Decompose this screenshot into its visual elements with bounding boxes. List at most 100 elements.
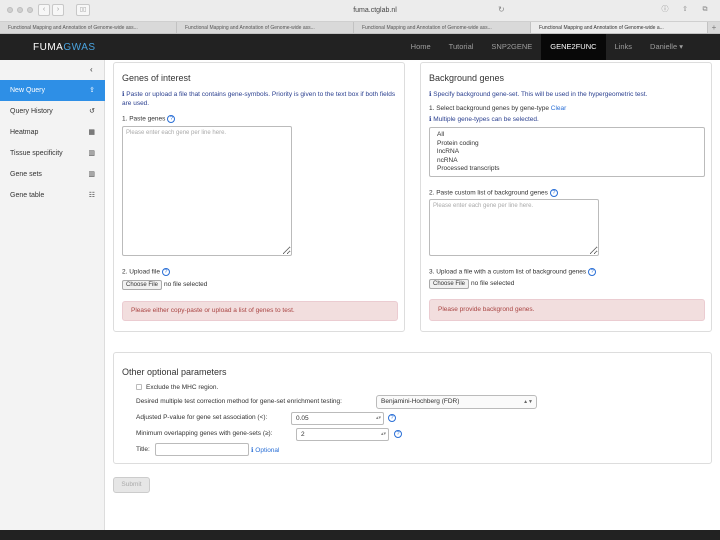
panel-title: Genes of interest xyxy=(122,73,191,83)
choose-background-file-button[interactable]: Choose File xyxy=(429,279,470,289)
pvalue-label: Adjusted P-value for gene set associatio… xyxy=(136,414,268,421)
browser-tab[interactable]: Functional Mapping and Annotation of Gen… xyxy=(354,22,531,33)
pvalue-input[interactable]: 0.05 ▴▾ xyxy=(291,412,384,425)
sidebar-item-label: Heatmap xyxy=(10,129,39,136)
panel-title: Background genes xyxy=(429,73,505,83)
gene-type-option[interactable]: lncRNA xyxy=(437,148,697,157)
help-icon[interactable]: ? xyxy=(549,189,558,197)
help-icon[interactable]: ? xyxy=(167,115,176,123)
choose-file-button[interactable]: Choose File xyxy=(122,280,163,290)
bar-chart-icon: ▥ xyxy=(88,171,95,178)
history-icon: ↺ xyxy=(89,108,95,115)
sidebar-item-label: New Query xyxy=(10,87,46,94)
table-icon: ☷ xyxy=(88,192,95,199)
title-input[interactable] xyxy=(155,443,249,456)
background-genes-textarea[interactable] xyxy=(429,199,599,256)
info-icon[interactable]: ⓘ xyxy=(658,4,672,16)
sidebar-item-new-query[interactable]: New Query ⇪ xyxy=(0,80,105,101)
submit-button[interactable]: Submit xyxy=(113,477,150,493)
select-gene-type-label: 1. Select background genes by gene-type … xyxy=(429,105,566,112)
background-alert: Please provide backgrond genes. xyxy=(429,299,705,321)
genes-info-text: ℹ Paste or upload a file that contains g… xyxy=(122,91,396,107)
paste-background-label-text: 2. Paste custom list of background genes xyxy=(429,189,548,197)
sidebar-item-query-history[interactable]: Query History ↺ xyxy=(0,101,105,122)
url-bar[interactable]: fuma.ctglab.nl xyxy=(230,4,520,17)
share-icon[interactable]: ⇧ xyxy=(678,4,692,16)
bar-chart-icon: ▥ xyxy=(88,150,95,157)
forward-icon[interactable]: › xyxy=(52,4,64,16)
no-file-selected-text: no file selected xyxy=(471,280,515,287)
collapse-sidebar-icon[interactable]: ‹ xyxy=(90,65,93,74)
paste-genes-label: 1. Paste genes? xyxy=(122,115,176,123)
gene-type-option[interactable]: Processed transcripts xyxy=(437,165,697,174)
browser-tab[interactable]: Functional Mapping and Annotation of Gen… xyxy=(0,22,177,33)
nav-gene2func[interactable]: GENE2FUNC xyxy=(541,34,606,60)
upload-icon: ⇪ xyxy=(89,87,95,94)
overlap-value: 2 xyxy=(301,431,305,438)
reload-icon[interactable]: ↻ xyxy=(498,5,505,14)
paste-background-label: 2. Paste custom list of background genes… xyxy=(429,189,558,197)
browser-tab[interactable]: Functional Mapping and Annotation of Gen… xyxy=(177,22,354,33)
optional-parameters-panel: Other optional parameters Exclude the MH… xyxy=(113,352,712,464)
upload-file-label-text: 2. Upload file xyxy=(122,268,160,276)
sidebar-item-label: Gene table xyxy=(10,192,45,199)
page-footer xyxy=(0,530,720,540)
mhc-checkbox-row[interactable]: Exclude the MHC region. xyxy=(136,384,218,391)
gene-type-listbox[interactable]: All Protein coding lncRNA ncRNA Processe… xyxy=(429,127,705,177)
help-icon[interactable]: ? xyxy=(588,268,597,276)
panel-title: Other optional parameters xyxy=(122,367,227,377)
select-gene-type-label-text: 1. Select background genes by gene-type xyxy=(429,105,549,112)
upload-background-label-text: 3. Upload a file with a custom list of b… xyxy=(429,268,587,276)
sidebar-item-heatmap[interactable]: Heatmap ▦ xyxy=(0,122,105,143)
nav-snp2gene[interactable]: SNP2GENE xyxy=(482,34,541,60)
back-icon[interactable]: ‹ xyxy=(38,4,50,16)
close-window-icon[interactable] xyxy=(7,7,13,13)
minimize-window-icon[interactable] xyxy=(17,7,23,13)
new-tab-icon[interactable]: + xyxy=(708,22,720,33)
sidebar-item-label: Gene sets xyxy=(10,171,42,178)
genes-textarea[interactable] xyxy=(122,126,292,256)
sidebar-item-gene-sets[interactable]: Gene sets ▥ xyxy=(0,164,105,185)
upload-background-label: 3. Upload a file with a custom list of b… xyxy=(429,268,597,276)
mhc-label: Exclude the MHC region. xyxy=(146,384,219,391)
multi-select-info: ℹ Multiple gene-types can be selected. xyxy=(429,116,539,123)
nav-tutorial[interactable]: Tutorial xyxy=(440,34,483,60)
nav-user-menu[interactable]: Danielle ▾ xyxy=(641,34,692,60)
app-navbar: FUMAGWAS Home Tutorial SNP2GENE GENE2FUN… xyxy=(0,34,720,60)
clear-link[interactable]: Clear xyxy=(551,105,567,112)
nav-links[interactable]: Links xyxy=(606,34,642,60)
sidebar-toggle-icon[interactable]: ▯▯ xyxy=(76,4,90,16)
logo-accent: GWAS xyxy=(63,42,96,53)
stepper-icon[interactable]: ▴▾ xyxy=(376,413,381,424)
sidebar-item-label: Query History xyxy=(10,108,53,115)
sidebar-item-label: Tissue specificity xyxy=(10,150,63,157)
sidebar-item-tissue-specificity[interactable]: Tissue specificity ▥ xyxy=(0,143,105,164)
help-icon[interactable]: ? xyxy=(161,268,170,276)
pvalue-value: 0.05 xyxy=(296,415,309,422)
mhc-checkbox[interactable] xyxy=(136,384,142,391)
correction-method-select[interactable]: Benjamini-Hochberg (FDR) ▲▼ xyxy=(376,395,537,409)
grid-icon: ▦ xyxy=(88,129,95,136)
browser-toolbar: ‹ › ▯▯ fuma.ctglab.nl ↻ ⓘ ⇧ ⧉ xyxy=(0,0,720,22)
gene-type-option[interactable]: Protein coding xyxy=(437,140,697,149)
genes-of-interest-panel: Genes of interest ℹ Paste or upload a fi… xyxy=(113,62,405,332)
browser-tab-active[interactable]: Functional Mapping and Annotation of Gen… xyxy=(531,22,708,33)
tabs-overview-icon[interactable]: ⧉ xyxy=(698,4,712,16)
overlap-input[interactable]: 2 ▴▾ xyxy=(296,428,389,441)
gene-type-option[interactable]: ncRNA xyxy=(437,157,697,166)
maximize-window-icon[interactable] xyxy=(27,7,33,13)
background-genes-panel: Background genes ℹ Specify background ge… xyxy=(420,62,712,332)
nav-home[interactable]: Home xyxy=(402,34,440,60)
logo-main: FUMA xyxy=(33,42,64,53)
genes-alert: Please either copy-paste or upload a lis… xyxy=(122,301,398,321)
sidebar: ‹ New Query ⇪ Query History ↺ Heatmap ▦ Tis… xyxy=(0,60,105,530)
browser-tab-strip: Functional Mapping and Annotation of Gen… xyxy=(0,22,720,34)
help-icon[interactable]: ? xyxy=(388,414,396,422)
window-controls[interactable] xyxy=(7,7,33,13)
paste-genes-label-text: 1. Paste genes xyxy=(122,115,166,123)
help-icon[interactable]: ? xyxy=(394,430,402,438)
sidebar-item-gene-table[interactable]: Gene table ☷ xyxy=(0,185,105,206)
gene-type-option[interactable]: All xyxy=(437,131,697,140)
fuma-logo[interactable]: FUMAGWAS xyxy=(33,42,96,53)
stepper-icon[interactable]: ▴▾ xyxy=(381,429,386,440)
